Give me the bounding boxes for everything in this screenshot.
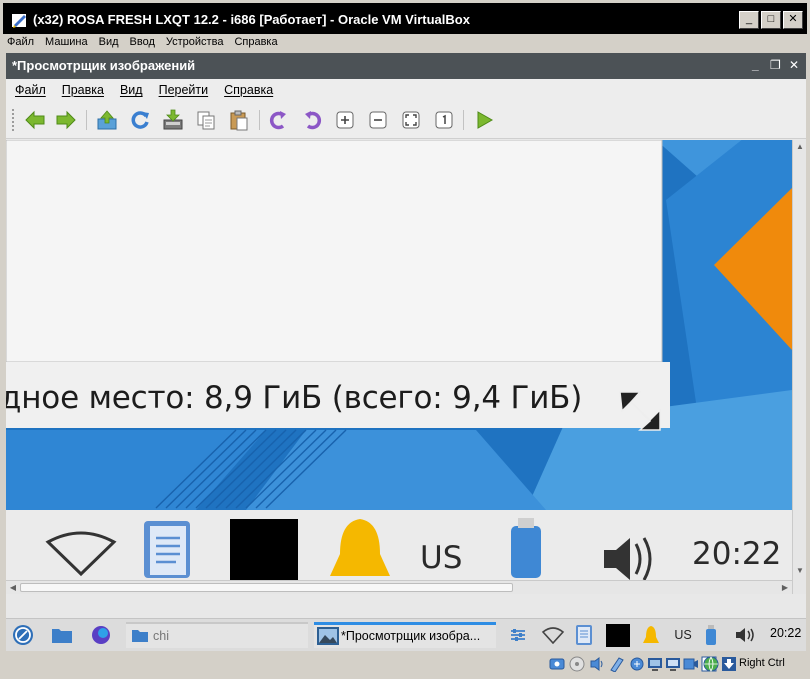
file-manager-icon[interactable]	[50, 624, 74, 646]
usb-device-icon[interactable]	[704, 624, 718, 646]
vbox-titlebar: (x32) ROSA FRESH LXQT 12.2 - i686 [Работ…	[0, 0, 810, 34]
scroll-left-arrow-icon[interactable]: ◀	[6, 581, 20, 595]
image-view[interactable]: дное место: 8,9 ГиБ (всего: 9,4 ГиБ) US …	[6, 140, 792, 580]
paste-icon[interactable]	[226, 108, 252, 132]
viewer-menu-help[interactable]: Справка	[215, 79, 280, 97]
notification-bell-icon[interactable]	[640, 624, 662, 646]
viewer-menubar: Файл Правка Вид Перейти Справка	[6, 79, 806, 101]
horizontal-scroll-thumb[interactable]	[20, 583, 513, 592]
viewer-minimize-button[interactable]: _	[752, 58, 759, 72]
shared-folders-icon[interactable]	[647, 656, 663, 672]
guest-screen[interactable]: *Просмотрщик изображений _ ❐ ✕ Файл Правк…	[6, 53, 806, 651]
hard-disk-icon[interactable]	[549, 656, 565, 672]
vbox-minimize-button[interactable]: _	[739, 11, 759, 29]
browser-icon[interactable]	[90, 624, 112, 646]
vbox-menu-input[interactable]: Ввод	[123, 34, 159, 48]
image-layout-indicator: US	[420, 540, 463, 576]
viewer-maximize-button[interactable]: ❐	[770, 58, 781, 72]
viewer-toolbar	[6, 101, 806, 139]
viewer-status-area	[6, 594, 806, 618]
image-clock-text: 20:22	[692, 536, 782, 572]
viewer-close-button[interactable]: ✕	[789, 58, 799, 72]
network-adapter-icon[interactable]	[609, 656, 625, 672]
taskbar-item-image-viewer[interactable]: *Просмотрщик изобра...	[314, 622, 496, 648]
vbox-maximize-button[interactable]: □	[761, 11, 781, 29]
network-wifi-icon[interactable]	[540, 624, 566, 646]
zoom-out-icon[interactable]	[365, 108, 391, 132]
displayed-image	[6, 140, 792, 580]
viewer-menu-edit[interactable]: Правка	[53, 79, 111, 97]
video-capture-icon[interactable]	[683, 656, 699, 672]
audio-icon[interactable]	[589, 656, 605, 672]
vbox-menubar: Файл Машина Вид Ввод Устройства Справка	[0, 34, 810, 52]
scroll-up-arrow-icon[interactable]: ▲	[793, 140, 807, 154]
scroll-right-arrow-icon[interactable]: ▶	[778, 581, 792, 595]
vertical-scrollbar[interactable]: ▲ ▼	[792, 140, 806, 594]
host-key-label: Right Ctrl	[739, 657, 785, 669]
display-icon[interactable]	[665, 656, 681, 672]
copy-icon[interactable]	[193, 108, 219, 132]
save-icon[interactable]	[160, 108, 186, 132]
zoom-in-icon[interactable]	[332, 108, 358, 132]
optical-drive-icon[interactable]	[569, 656, 585, 672]
black-tray-square[interactable]	[606, 623, 630, 647]
vbox-menu-view[interactable]: Вид	[92, 34, 123, 48]
panel-clock[interactable]: 20:22	[770, 626, 801, 640]
vbox-close-button[interactable]: ✕	[783, 11, 803, 29]
zoom-original-icon[interactable]	[431, 108, 457, 132]
scroll-down-arrow-icon[interactable]: ▼	[793, 564, 807, 578]
viewer-titlebar: *Просмотрщик изображений _ ❐ ✕	[6, 53, 806, 79]
viewer-menu-file[interactable]: Файл	[6, 79, 53, 97]
go-previous-icon[interactable]	[22, 108, 48, 132]
taskbar-item-chi[interactable]: chi	[126, 622, 308, 648]
vbox-menu-help[interactable]: Справка	[227, 34, 281, 48]
settings-sliders-icon[interactable]	[508, 624, 528, 646]
globe-icon[interactable]	[703, 656, 719, 672]
vbox-menu-devices[interactable]: Устройства	[159, 34, 228, 48]
go-next-icon[interactable]	[53, 108, 79, 132]
reload-icon[interactable]	[127, 108, 153, 132]
slideshow-icon[interactable]	[471, 108, 497, 132]
viewer-window-title: *Просмотрщик изображений	[12, 58, 196, 73]
main-menu-icon[interactable]	[12, 624, 34, 646]
virtualbox-app-icon	[12, 14, 26, 28]
taskbar-item-label: chi	[153, 629, 169, 643]
viewer-menu-view[interactable]: Вид	[111, 79, 150, 97]
vbox-window-title: (x32) ROSA FRESH LXQT 12.2 - i686 [Работ…	[33, 12, 470, 27]
image-panel-strip	[6, 510, 792, 580]
vbox-statusbar: Right Ctrl	[0, 652, 810, 679]
host-key-arrow-icon[interactable]	[721, 656, 737, 672]
toolbar-separator	[463, 110, 464, 130]
zoom-fit-icon[interactable]	[398, 108, 424, 132]
image-black-square	[230, 519, 298, 580]
image-disk-space-text: дное место: 8,9 ГиБ (всего: 9,4 ГиБ)	[6, 380, 583, 416]
usb-icon[interactable]	[629, 656, 645, 672]
rotate-ccw-icon[interactable]	[299, 108, 325, 132]
image-dialog-panel	[6, 140, 663, 363]
image-viewer-app-icon	[317, 627, 339, 645]
folder-icon	[132, 630, 148, 642]
rotate-cw-icon[interactable]	[266, 108, 292, 132]
open-icon[interactable]	[94, 108, 120, 132]
toolbar-separator	[259, 110, 260, 130]
keyboard-layout-indicator[interactable]: US	[674, 624, 692, 646]
vbox-menu-machine[interactable]: Машина	[38, 34, 92, 48]
image-usb-icon	[511, 526, 541, 578]
lxqt-panel: chi *Просмотрщик изобра... US 20:22	[6, 618, 806, 651]
notes-icon[interactable]	[574, 624, 594, 646]
toolbar-grip[interactable]	[12, 109, 16, 131]
viewer-menu-go[interactable]: Перейти	[150, 79, 216, 97]
volume-icon[interactable]	[734, 624, 756, 646]
toolbar-separator	[86, 110, 87, 130]
vbox-menu-file[interactable]: Файл	[0, 34, 38, 48]
horizontal-scrollbar[interactable]: ◀ ▶	[6, 580, 792, 594]
taskbar-item-label: *Просмотрщик изобра...	[341, 629, 481, 643]
